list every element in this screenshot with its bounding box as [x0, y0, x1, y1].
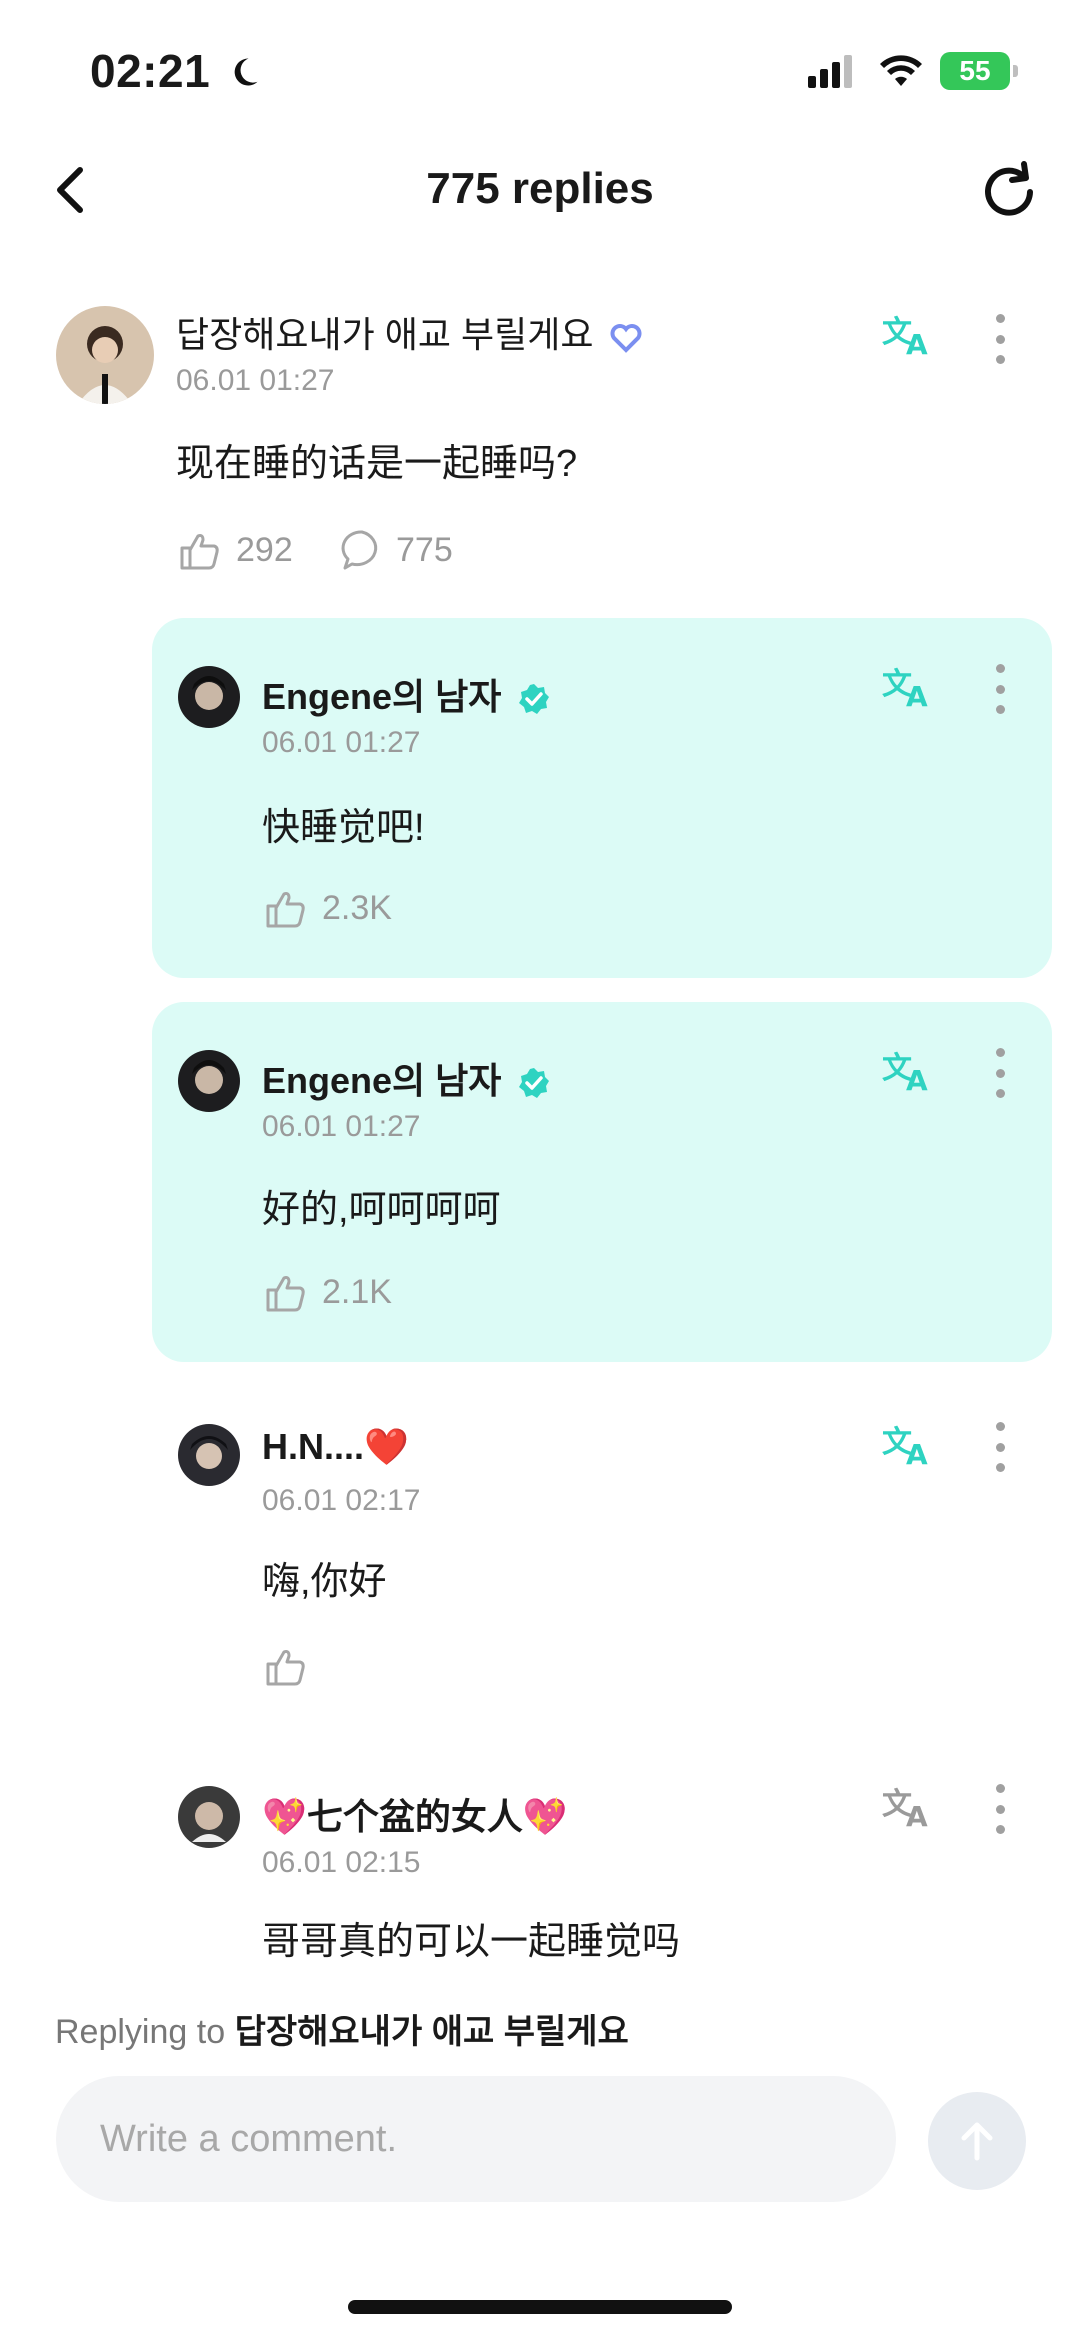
- send-button[interactable]: [928, 2092, 1026, 2190]
- reply-date: 06.01 01:27: [262, 1110, 421, 1143]
- avatar[interactable]: [178, 666, 240, 728]
- translate-icon[interactable]: 文 A: [880, 664, 936, 712]
- comment-icon: [341, 530, 378, 570]
- comment-input[interactable]: [56, 2076, 896, 2202]
- arrow-up-icon: [961, 2122, 993, 2161]
- svg-text:A: A: [906, 1064, 928, 1096]
- moon-icon: [234, 58, 258, 86]
- more-options-icon[interactable]: [990, 664, 1010, 714]
- author-name: 답장해요내가 애교 부릴게요: [176, 314, 594, 355]
- refresh-button[interactable]: [974, 156, 1044, 226]
- author-name: Engene의 남자: [262, 676, 502, 717]
- like-icon: [180, 534, 219, 570]
- svg-text:A: A: [906, 1438, 928, 1470]
- battery-level: 55: [959, 55, 991, 86]
- reply-count: 775: [396, 530, 453, 569]
- reply-text: 好的,呵呵呵呵: [262, 1189, 501, 1231]
- status-time: 02:21: [90, 45, 211, 97]
- reply-author[interactable]: 💖七个盆的女人💖: [262, 1788, 568, 1840]
- replying-to-label: Replying to 답장해요내가 애교 부릴게요: [55, 2004, 629, 2053]
- reply-date: 06.01 02:15: [262, 1846, 421, 1879]
- reply-text: 嗨,你好: [262, 1561, 387, 1603]
- like-icon: [266, 892, 305, 928]
- translate-icon[interactable]: 文 A: [880, 1422, 936, 1470]
- like-count: 292: [236, 530, 293, 569]
- more-options-icon[interactable]: [990, 1422, 1010, 1472]
- comment-author[interactable]: 답장해요내가 애교 부릴게요: [176, 306, 643, 358]
- battery-indicator: 55: [940, 52, 1018, 90]
- reply-author[interactable]: H.N....❤️: [262, 1426, 409, 1468]
- more-options-icon[interactable]: [990, 314, 1010, 364]
- like-button[interactable]: 292: [176, 528, 293, 572]
- avatar[interactable]: [178, 1050, 240, 1112]
- status-right: 55: [808, 52, 1018, 90]
- signal-icon: [808, 55, 852, 88]
- svg-text:A: A: [906, 328, 928, 360]
- author-name: Engene의 남자: [262, 1060, 502, 1101]
- avatar[interactable]: [178, 1424, 240, 1486]
- reply-text: 快睡觉吧!: [262, 807, 425, 849]
- svg-text:A: A: [906, 680, 928, 712]
- svg-text:A: A: [906, 1800, 928, 1832]
- more-options-icon[interactable]: [990, 1784, 1010, 1834]
- comment-text: 现在睡的话是一起睡吗?: [176, 443, 578, 485]
- avatar[interactable]: [178, 1786, 240, 1848]
- replying-prefix: Replying to: [55, 2013, 226, 2051]
- page-title: 775 replies: [426, 164, 654, 213]
- like-button[interactable]: 2.1K: [262, 1270, 392, 1314]
- heart-badge-icon: [610, 324, 642, 354]
- reply-date: 06.01 02:17: [262, 1484, 421, 1517]
- more-options-icon[interactable]: [990, 1048, 1010, 1098]
- translate-icon[interactable]: 文 A: [880, 1784, 936, 1832]
- reply-author[interactable]: Engene의 남자: [262, 1052, 551, 1104]
- verified-badge-icon: [519, 684, 550, 715]
- avatar[interactable]: [56, 306, 154, 404]
- like-count: 2.3K: [322, 888, 392, 927]
- like-count: 2.1K: [322, 1272, 392, 1311]
- like-icon: [266, 1650, 305, 1686]
- verified-badge-icon: [519, 1068, 550, 1099]
- home-indicator: [348, 2300, 732, 2314]
- like-icon: [266, 1276, 305, 1312]
- translate-icon[interactable]: 文 A: [880, 1048, 936, 1096]
- like-button[interactable]: 2.3K: [262, 886, 392, 930]
- comment-date: 06.01 01:27: [176, 364, 335, 397]
- wifi-icon: [880, 55, 922, 86]
- reply-button[interactable]: 775: [340, 528, 453, 572]
- reply-date: 06.01 01:27: [262, 726, 421, 759]
- reply-text: 哥哥真的可以一起睡觉吗: [262, 1921, 681, 1963]
- replying-to-user: 답장해요내가 애교 부릴게요: [234, 2013, 629, 2051]
- reply-author[interactable]: Engene의 남자: [262, 668, 551, 720]
- translate-icon[interactable]: 文 A: [880, 312, 936, 360]
- like-button[interactable]: [262, 1644, 310, 1688]
